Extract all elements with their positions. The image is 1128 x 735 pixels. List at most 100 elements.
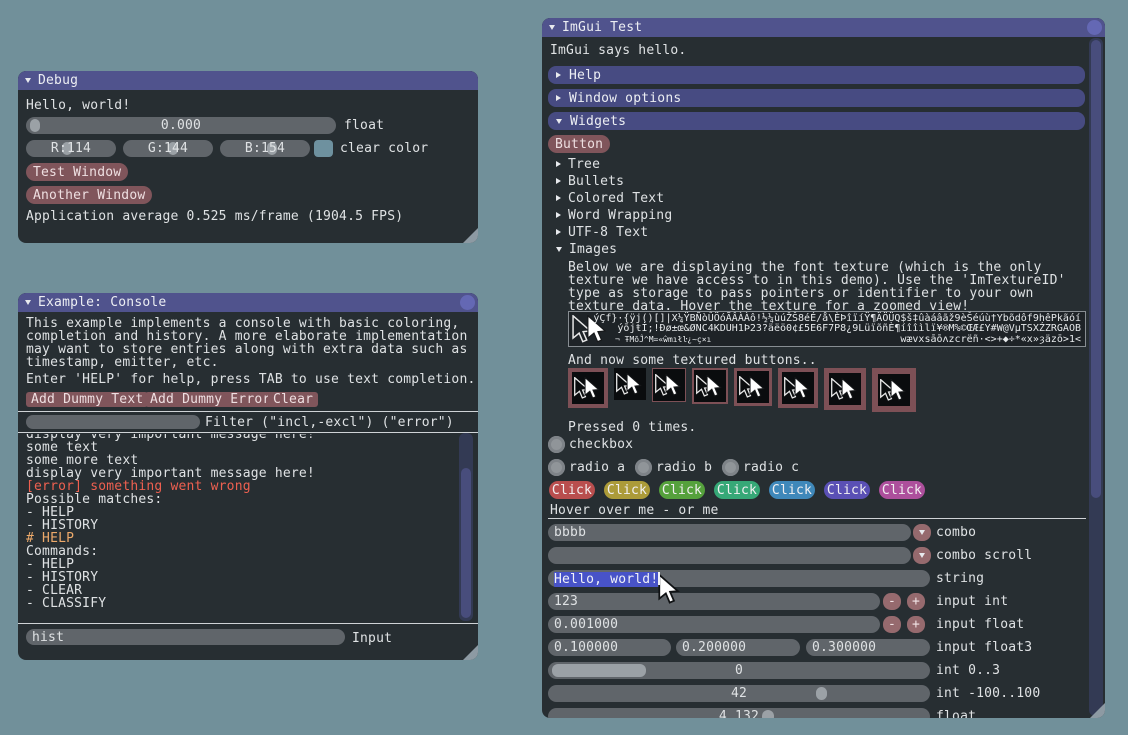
tree-node-bullets[interactable]: Bullets bbox=[556, 174, 624, 188]
slider-float[interactable]: 4.132 bbox=[548, 708, 930, 718]
close-button[interactable] bbox=[460, 295, 475, 310]
resize-grip[interactable] bbox=[463, 228, 478, 243]
checkbox[interactable] bbox=[548, 436, 565, 453]
console-titlebar[interactable]: Example: Console bbox=[18, 293, 478, 312]
close-button[interactable] bbox=[1087, 20, 1102, 35]
click-button-1[interactable]: Click bbox=[549, 481, 595, 499]
header-label: Help bbox=[569, 69, 601, 82]
console-help-text: Enter 'HELP' for help, press TAB to use … bbox=[26, 373, 476, 386]
click-button-2[interactable]: Click bbox=[604, 481, 650, 499]
tree-label: UTF-8 Text bbox=[568, 226, 648, 239]
input-float3-y[interactable]: 0.200000 bbox=[676, 639, 800, 656]
tree-node-word-wrapping[interactable]: Word Wrapping bbox=[556, 208, 672, 222]
clear-color-swatch[interactable] bbox=[314, 140, 333, 157]
console-scrollbar-thumb[interactable] bbox=[461, 468, 471, 618]
image-button-4[interactable] bbox=[692, 368, 728, 404]
slider-int-100[interactable]: 42 bbox=[548, 685, 930, 702]
window-title: Debug bbox=[38, 74, 78, 87]
float-slider[interactable]: 0.000 bbox=[26, 117, 336, 134]
string-input-value: Hello, world! bbox=[554, 572, 658, 587]
button-widget[interactable]: Button bbox=[548, 135, 610, 153]
combo[interactable]: bbbb bbox=[548, 524, 911, 541]
click-button-3[interactable]: Click bbox=[659, 481, 705, 499]
images-description-text: Below we are displaying the font texture… bbox=[568, 261, 1066, 313]
resize-grip[interactable] bbox=[1090, 703, 1105, 718]
combo-arrow-button[interactable] bbox=[913, 547, 931, 564]
log-line: - CLASSIFY bbox=[26, 597, 106, 610]
slider-int-0-3-value: 0 bbox=[548, 664, 930, 677]
textured-buttons-caption: And now some textured buttons.. bbox=[568, 354, 817, 367]
chevron-down-icon bbox=[919, 530, 925, 535]
header-widgets[interactable]: Widgets bbox=[548, 112, 1085, 130]
tree-label: Colored Text bbox=[568, 192, 664, 205]
filter-input[interactable] bbox=[26, 415, 200, 429]
console-scrollbar-track[interactable] bbox=[459, 433, 473, 621]
clear-color-label: clear color bbox=[340, 142, 428, 155]
chevron-right-icon bbox=[556, 195, 561, 201]
imgui-scrollbar-thumb[interactable] bbox=[1091, 40, 1101, 498]
add-dummy-text-button[interactable]: Add Dummy Text bbox=[26, 392, 148, 407]
click-button-5[interactable]: Click bbox=[769, 481, 815, 499]
image-button-5[interactable] bbox=[734, 368, 772, 406]
image-button-3[interactable] bbox=[652, 368, 686, 402]
tree-node-images[interactable]: Images bbox=[556, 242, 617, 256]
image-button-6[interactable] bbox=[778, 368, 818, 408]
font-texture-image[interactable]: ýÇf}·{ÿj()[]|X¼ŸBÑòÛÖóÃÂÀÀô!½¼ùúŽŠ8éÉ/å\… bbox=[568, 311, 1086, 347]
console-input[interactable]: hist bbox=[26, 629, 345, 645]
minus-button[interactable]: - bbox=[883, 616, 901, 633]
fps-stats-text: Application average 0.525 ms/frame (1904… bbox=[26, 210, 403, 223]
click-button-6[interactable]: Click bbox=[824, 481, 870, 499]
another-window-button[interactable]: Another Window bbox=[26, 186, 152, 204]
debug-titlebar[interactable]: Debug bbox=[18, 71, 478, 90]
collapse-arrow-icon[interactable] bbox=[549, 25, 555, 30]
tree-node-utf8-text[interactable]: UTF-8 Text bbox=[556, 225, 648, 239]
tree-node-colored-text[interactable]: Colored Text bbox=[556, 191, 664, 205]
hello-text: Hello, world! bbox=[26, 99, 130, 112]
header-window-options[interactable]: Window options bbox=[548, 89, 1085, 107]
clear-button[interactable]: Clear bbox=[268, 392, 318, 407]
slider-int-0-3[interactable]: 0 bbox=[548, 662, 930, 679]
drag-g[interactable]: G:144 bbox=[123, 140, 213, 157]
font-texture-thumb bbox=[614, 368, 646, 400]
tree-node-tree[interactable]: Tree bbox=[556, 157, 600, 171]
filter-label: Filter ("incl,-excl") ("error") bbox=[205, 416, 454, 429]
input-float3-z[interactable]: 0.300000 bbox=[806, 639, 930, 656]
input-float[interactable]: 0.001000 bbox=[548, 616, 880, 633]
drag-b[interactable]: B:154 bbox=[220, 140, 310, 157]
font-texture-thumb bbox=[737, 371, 769, 403]
image-button-8[interactable] bbox=[872, 368, 916, 412]
combo-scroll[interactable] bbox=[548, 547, 911, 564]
header-label: Widgets bbox=[570, 115, 626, 128]
click-button-7[interactable]: Click bbox=[879, 481, 925, 499]
collapse-arrow-icon[interactable] bbox=[25, 300, 31, 305]
string-input[interactable]: Hello, world! bbox=[548, 570, 930, 587]
console-log-region[interactable]: display very important message here! som… bbox=[26, 434, 456, 621]
resize-grip[interactable] bbox=[463, 645, 478, 660]
input-int-label: input int bbox=[936, 595, 1008, 608]
plus-button[interactable]: + bbox=[907, 616, 925, 633]
drag-r[interactable]: R:114 bbox=[26, 140, 116, 157]
combo-arrow-button[interactable] bbox=[913, 524, 931, 541]
minus-button[interactable]: - bbox=[883, 593, 901, 610]
header-help[interactable]: Help bbox=[548, 66, 1085, 84]
collapse-arrow-icon[interactable] bbox=[25, 78, 31, 83]
image-button-7[interactable] bbox=[824, 368, 866, 410]
imgui-scrollbar-track[interactable] bbox=[1089, 38, 1103, 716]
input-float3-x[interactable]: 0.100000 bbox=[548, 639, 671, 656]
radio-a[interactable] bbox=[548, 459, 565, 476]
window-title: ImGui Test bbox=[562, 21, 642, 34]
radio-b[interactable] bbox=[635, 459, 652, 476]
mouse-cursor-icon bbox=[658, 574, 680, 604]
imgui-titlebar[interactable]: ImGui Test bbox=[542, 18, 1105, 37]
plus-button[interactable]: + bbox=[907, 593, 925, 610]
click-button-4[interactable]: Click bbox=[714, 481, 760, 499]
image-button-1[interactable] bbox=[568, 368, 608, 408]
test-window-button[interactable]: Test Window bbox=[26, 163, 128, 181]
image-button-2[interactable] bbox=[614, 368, 646, 400]
add-dummy-error-button[interactable]: Add Dummy Error bbox=[145, 392, 275, 407]
chevron-right-icon bbox=[556, 95, 561, 101]
combo-scroll-label: combo scroll bbox=[936, 549, 1032, 562]
input-int[interactable]: 123 bbox=[548, 593, 880, 610]
imgui-hello-text: ImGui says hello. bbox=[550, 44, 686, 57]
radio-c[interactable] bbox=[722, 459, 739, 476]
